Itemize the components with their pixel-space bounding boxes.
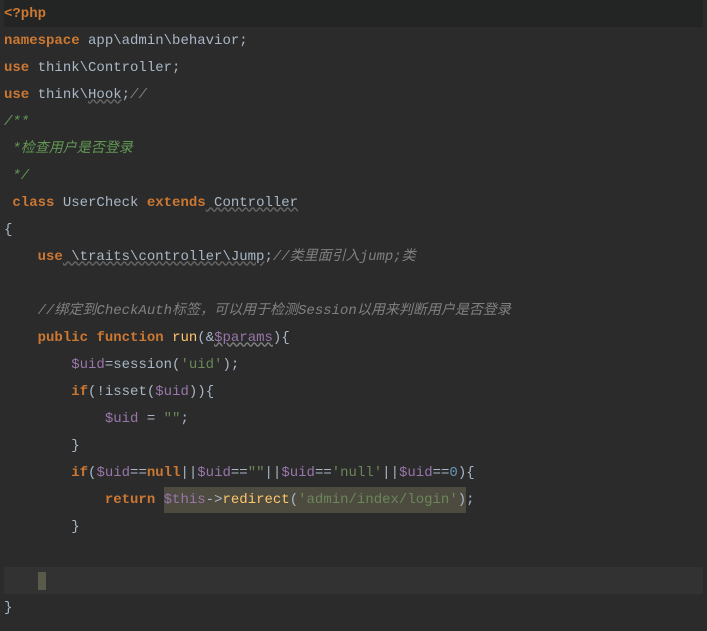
comment: //绑定到CheckAuth标签，可以用于检测Session以用来判断用户是否登… [38,298,511,324]
equals: = [105,352,113,378]
string: 'admin/index/login' [298,492,458,508]
use-path: think\ [29,82,88,108]
code-line: } [4,594,703,621]
indent [4,433,71,459]
paren-close: ) [273,325,281,351]
code-line: { [4,216,703,243]
semicolon: ; [239,28,247,54]
code-line [4,540,703,567]
code-line: use \traits\controller\Jump;//类里面引入jump;… [4,243,703,270]
isset-fn: isset [105,379,147,405]
variable: $uid [96,460,130,486]
docblock-open: /** [4,109,29,135]
code-line: $uid=session('uid'); [4,351,703,378]
indent [4,352,71,378]
code-line: if($uid==null||$uid==""||$uid=='null'||$… [4,459,703,486]
indent [4,406,105,432]
indent [4,460,71,486]
keyword-function: function [96,325,163,351]
code-line: use think\Hook;// [4,81,703,108]
variable: $uid [155,379,189,405]
keyword-if: if [71,379,88,405]
keyword-if: if [71,460,88,486]
cursor [38,572,46,590]
namespace-path: app\admin\behavior [80,28,240,54]
keyword-namespace: namespace [4,28,80,54]
docblock-close: */ [4,163,29,189]
code-line: return $this->redirect('admin/index/logi… [4,486,703,513]
code-line: /** [4,108,703,135]
keyword-extends: extends [147,190,206,216]
brace-close: } [71,514,79,540]
indent [4,568,38,594]
indent [4,487,105,513]
string: "" [164,406,181,432]
use-path: think\Controller [29,55,172,81]
code-line: public function run(&$params){ [4,324,703,351]
not-op: ! [96,379,104,405]
keyword-null: null [147,460,181,486]
indent [4,514,71,540]
php-open-tag: <?php [4,1,46,27]
semicolon: ; [264,244,272,270]
keyword-class: class [12,190,54,216]
method-call: redirect [222,492,289,508]
semicolon: ; [172,55,180,81]
code-line: //绑定到CheckAuth标签，可以用于检测Session以用来判断用户是否登… [4,297,703,324]
use-class-wavy: Hook [88,82,122,108]
paren-open: ( [197,325,205,351]
code-line: <?php [4,0,703,27]
extends-class: Controller [206,190,298,216]
code-line: class UserCheck extends Controller [4,189,703,216]
indent [4,244,38,270]
this-var: $this [164,492,206,508]
indent [4,298,38,324]
code-line: namespace app\admin\behavior; [4,27,703,54]
param-var: $params [214,325,273,351]
string: 'uid' [180,352,222,378]
keyword-use: use [4,55,29,81]
code-line: } [4,513,703,540]
function-name: run [172,325,197,351]
code-line: if(!isset($uid)){ [4,378,703,405]
keyword-public: public [38,325,88,351]
semicolon: ; [122,82,130,108]
indent [4,325,38,351]
code-line: */ [4,162,703,189]
comment: //类里面引入jump;类 [273,244,416,270]
brace-open: { [4,217,12,243]
number: 0 [449,460,457,486]
trait-path: \traits\controller\Jump [63,244,265,270]
variable: $uid [105,406,139,432]
function-call: session [113,352,172,378]
code-line: $uid = ""; [4,405,703,432]
class-name: UserCheck [54,190,146,216]
keyword-use: use [38,244,63,270]
code-line: use think\Controller; [4,54,703,81]
keyword-use: use [4,82,29,108]
indent [4,379,71,405]
brace-close: } [71,433,79,459]
keyword-return: return [105,487,155,513]
code-line [4,270,703,297]
docblock-line: *检查用户是否登录 [4,136,133,162]
code-editor[interactable]: <?php namespace app\admin\behavior; use … [0,0,707,621]
arrow: -> [206,492,223,508]
code-line: *检查用户是否登录 [4,135,703,162]
brace-open: { [281,325,289,351]
indent [4,190,12,216]
brace-close: } [4,595,12,621]
variable: $uid [71,352,105,378]
comment: // [130,82,147,108]
code-line: } [4,432,703,459]
code-line-active [4,567,703,594]
amp: & [206,325,214,351]
